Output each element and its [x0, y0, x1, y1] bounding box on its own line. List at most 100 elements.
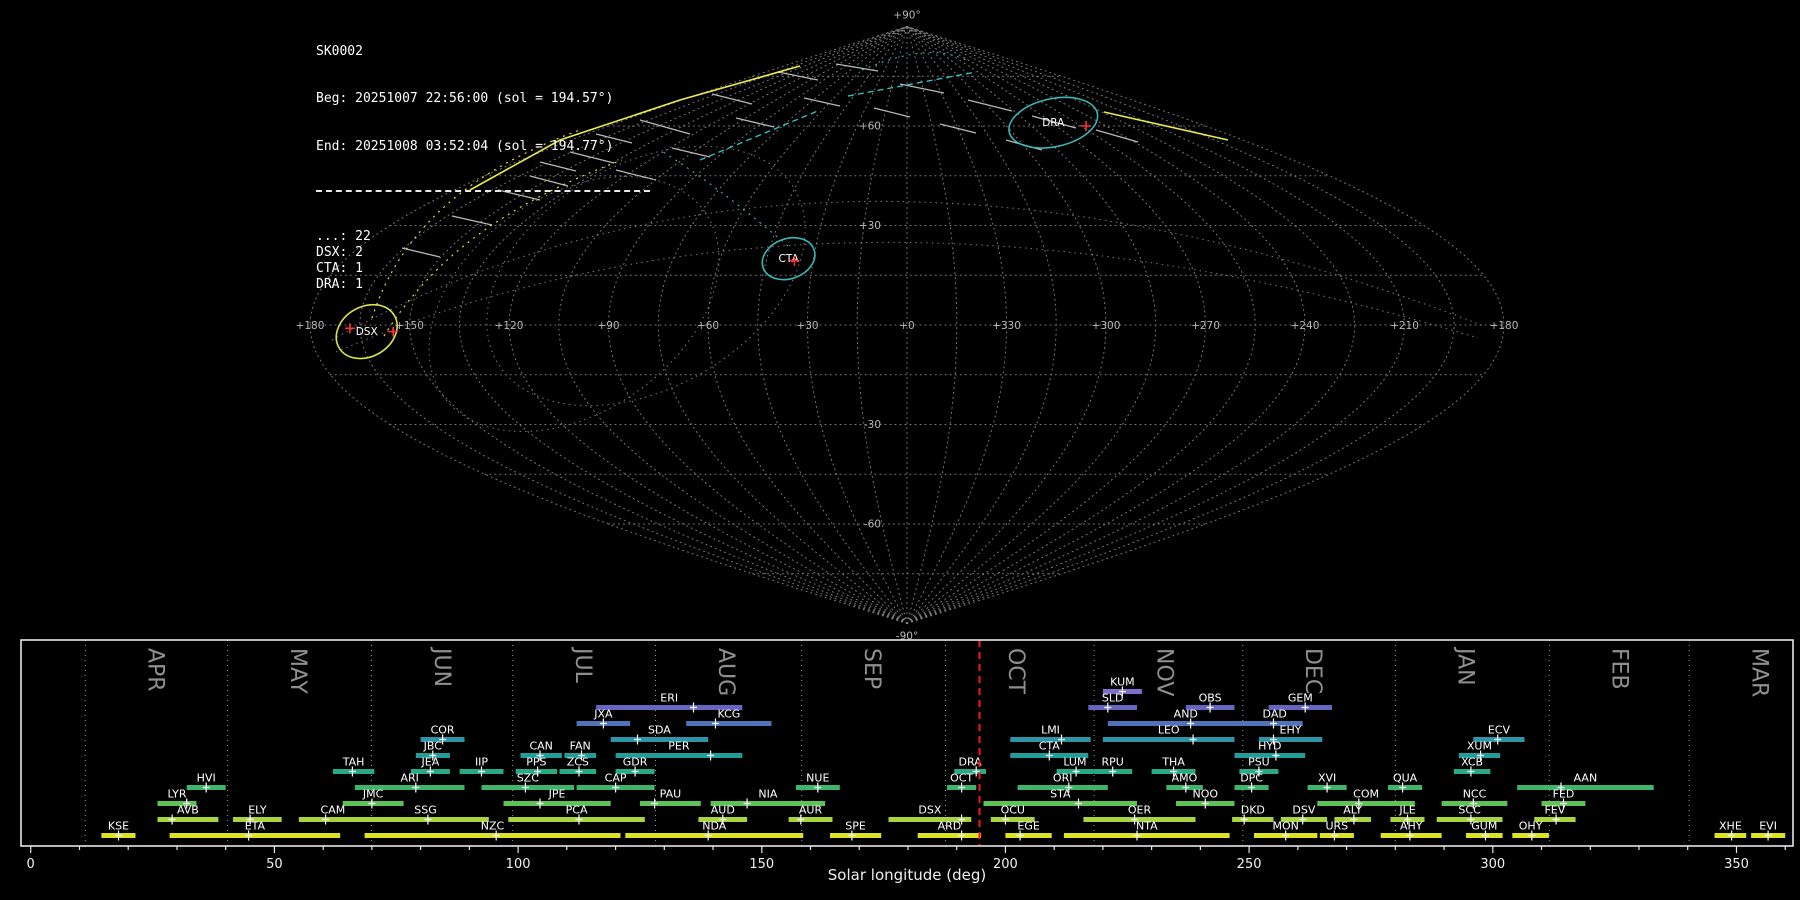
shower-activity-bar-AAN — [1517, 785, 1654, 790]
longitude-label: +240 — [1291, 320, 1320, 332]
observation-info-panel: SK0002 Beg: 20251007 22:56:00 (sol = 194… — [316, 12, 650, 324]
shower-activity-bar-AVB — [157, 817, 219, 822]
shower-code-label-LMI: LMI — [1041, 724, 1060, 737]
shower-code-label-SSG: SSG — [414, 804, 437, 817]
shower-activity-bar-LEO — [1102, 737, 1235, 742]
shower-code-label-KCG: KCG — [717, 708, 740, 721]
longitude-label: +270 — [1191, 320, 1220, 332]
sporadic-meteor-track — [711, 93, 753, 105]
shower-code-label-TAH: TAH — [342, 756, 365, 769]
shower-code-label-OHY: OHY — [1519, 820, 1543, 833]
shower-code-label-JPE: JPE — [548, 788, 566, 801]
shower-activity-bar-PAU — [639, 801, 701, 806]
shower-code-label-ALY: ALY — [1343, 804, 1362, 817]
shower-code-label-PSU: PSU — [1248, 756, 1270, 769]
peak-marker-NIA — [743, 798, 751, 809]
shower-label-DSX: DSX — [356, 326, 378, 338]
shower-label-DRA: DRA — [1042, 117, 1065, 129]
shower-code-label-XCB: XCB — [1461, 756, 1483, 769]
shower-code-label-AUR: AUR — [799, 804, 823, 817]
observation-end: End: 20251008 03:52:04 (sol = 194.77°) — [316, 138, 614, 154]
peak-marker-SDA — [634, 734, 641, 745]
shower-code-label-ZCS: ZCS — [567, 756, 589, 769]
meteor-observation-figure: +180 +150 +120 +90 +60 +30 +0 +330 +300 +270 +240 +… — [20, 9, 1794, 872]
shower-code-label-ETA: ETA — [245, 820, 266, 833]
shower-code-label-OCU: OCU — [1001, 804, 1025, 817]
meteor-count-line: DRA: 1 — [316, 276, 363, 292]
meridian-line — [806, 26, 908, 624]
shower-code-label-AUD: AUD — [711, 804, 735, 817]
shower-code-label-CAM: CAM — [321, 804, 346, 817]
meteor-count-line: ...: 22 — [316, 229, 371, 245]
sporadic-meteor-track — [939, 123, 977, 134]
shower-activity-bar-CAM — [298, 817, 367, 822]
observation-begin: Beg: 20251007 22:56:00 (sol = 194.57°) — [316, 91, 614, 107]
month-label-NOV: NOV — [1152, 648, 1177, 696]
peak-marker-STA — [1075, 798, 1082, 809]
shower-path-arc — [659, 149, 789, 247]
shower-code-label-OER: OER — [1128, 804, 1152, 817]
shower-code-label-ERI: ERI — [660, 692, 678, 705]
month-label-DEC: DEC — [1300, 648, 1325, 694]
peak-marker-AVB — [168, 814, 176, 825]
north-pole-label: +90° — [893, 9, 920, 21]
shower-code-label-SDA: SDA — [648, 724, 671, 737]
shower-activity-bar-NZC — [364, 833, 621, 838]
longitude-label: +180 — [1490, 320, 1519, 332]
shower-code-label-AMO: AMO — [1172, 772, 1198, 785]
shower-code-label-AAN: AAN — [1574, 772, 1598, 785]
shower-code-label-COR: COR — [431, 724, 455, 737]
shower-code-label-SZC: SZC — [517, 772, 540, 785]
shower-code-label-ORI: ORI — [1053, 772, 1073, 785]
peak-marker-JPE — [536, 798, 544, 809]
month-label-JAN: JAN — [1453, 646, 1478, 686]
shower-meteor-track — [699, 109, 821, 161]
shower-code-label-PAU: PAU — [660, 788, 682, 801]
shower-code-label-STA: STA — [1050, 788, 1071, 801]
longitude-label: +330 — [992, 320, 1021, 332]
peak-marker-PAU — [651, 798, 659, 809]
shower-code-label-THA: THA — [1161, 756, 1185, 769]
shower-code-label-RPU: RPU — [1102, 756, 1124, 769]
shower-code-label-HVI: HVI — [197, 772, 216, 785]
shower-code-label-XUM: XUM — [1467, 740, 1492, 753]
sporadic-meteor-track — [735, 117, 775, 128]
shower-code-label-CTA: CTA — [1039, 740, 1061, 753]
shower-activity-bar-JPE — [503, 801, 611, 806]
shower-activity-bar-KCG — [686, 721, 772, 726]
longitude-label: +0 — [899, 320, 914, 332]
shower-code-label-FAN: FAN — [570, 740, 591, 753]
shower-code-label-SLD: SLD — [1102, 692, 1124, 705]
shower-activity-bar-SLD — [1088, 705, 1137, 710]
shower-activity-bar-AND — [1107, 721, 1264, 726]
activity-timeline-plot: APR MAY JUN JUL AUG SEP OCT NOV DEC JAN FEB MAR KUM E… — [20, 639, 1794, 872]
shower-activity-bar-ARD — [917, 833, 982, 838]
shower-code-label-DAD: DAD — [1263, 708, 1287, 721]
x-axis-ticks — [30, 846, 1786, 853]
meteor-station-screen: +180 +150 +120 +90 +60 +30 +0 +330 +300 +270 +240 +… — [0, 0, 1800, 900]
shower-code-label-COM: COM — [1353, 788, 1379, 801]
shower-code-label-OBS: OBS — [1199, 692, 1222, 705]
shower-code-label-EGE: EGE — [1017, 820, 1039, 833]
month-label-SEP: SEP — [859, 648, 884, 689]
shower-activity-bar-NDA — [625, 833, 804, 838]
shower-code-label-CAN: CAN — [529, 740, 552, 753]
shower-code-label-EVI: EVI — [1759, 820, 1777, 833]
shower-label-CTA: CTA — [779, 253, 800, 265]
sporadic-meteor-track — [803, 97, 841, 107]
shower-code-label-NTA: NTA — [1136, 820, 1158, 833]
shower-bars: KUM ERI SLD OBS GEM JXA KCG AND DAD COR SDA LMI LEO E… — [101, 676, 1786, 841]
shower-code-label-SPE: SPE — [845, 820, 866, 833]
shower-code-label-PCA: PCA — [566, 804, 588, 817]
shower-activity-bar-HYD — [1234, 753, 1306, 758]
meteor-count-line: CTA: 1 — [316, 260, 363, 276]
shower-code-label-ARI: ARI — [400, 772, 418, 785]
longitude-label: +300 — [1092, 320, 1121, 332]
month-label-JUN: JUN — [429, 646, 454, 687]
month-label-JUL: JUL — [570, 646, 595, 684]
meteor-count-line: DSX: 2 — [316, 245, 363, 261]
shower-code-label-AVB: AVB — [177, 804, 199, 817]
longitude-label: +60 — [697, 320, 719, 332]
shower-code-label-KUM: KUM — [1110, 676, 1134, 689]
shower-activity-bar-DKD — [1232, 817, 1274, 822]
